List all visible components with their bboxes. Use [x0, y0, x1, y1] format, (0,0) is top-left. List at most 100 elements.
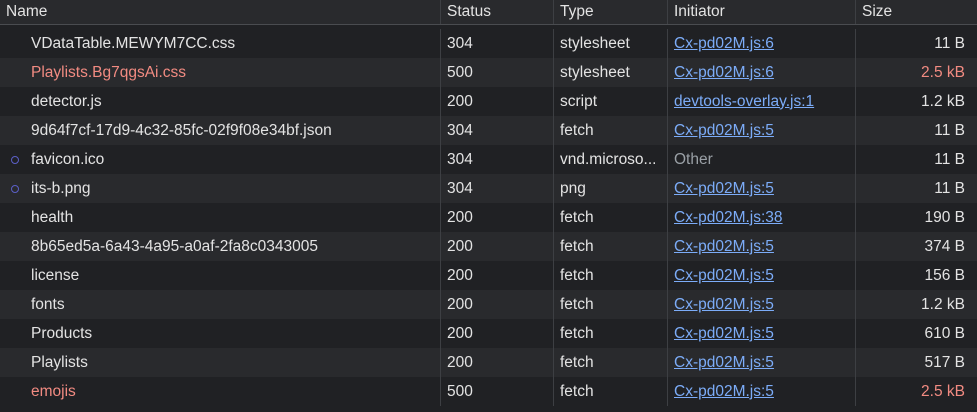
cell-status: 200 [441, 290, 554, 319]
request-name: 8b65ed5a-6a43-4a95-a0af-2fa8c0343005 [31, 237, 318, 255]
cell-name[interactable]: emojis [0, 377, 441, 406]
initiator-link[interactable]: Cx-pd02M.js:5 [674, 238, 774, 256]
cell-size: 11 B [856, 145, 977, 174]
initiator-link[interactable]: Cx-pd02M.js:5 [674, 354, 774, 372]
cell-initiator: Cx-pd02M.js:5 [668, 319, 856, 348]
cell-initiator: Cx-pd02M.js:5 [668, 290, 856, 319]
initiator-link[interactable]: Cx-pd02M.js:5 [674, 267, 774, 285]
table-row[interactable]: its-b.png 304 png Cx-pd02M.js:5 11 B [0, 174, 977, 203]
cell-name[interactable]: its-b.png [0, 174, 441, 203]
initiator-link[interactable]: Cx-pd02M.js:6 [674, 64, 774, 82]
transfer-size: 190 B [924, 208, 965, 226]
table-row[interactable]: Playlists 200 fetch Cx-pd02M.js:5 517 B [0, 348, 977, 377]
cell-size: 610 B [856, 319, 977, 348]
transfer-size: 11 B [934, 150, 965, 168]
column-header-initiator-label: Initiator [674, 3, 725, 20]
cell-type: stylesheet [554, 58, 668, 87]
table-row[interactable]: health 200 fetch Cx-pd02M.js:38 190 B [0, 203, 977, 232]
cell-name[interactable]: health [0, 203, 441, 232]
cell-type: fetch [554, 348, 668, 377]
initiator-link[interactable]: Cx-pd02M.js:6 [674, 35, 774, 53]
column-header-type[interactable]: Type [554, 0, 668, 24]
table-row[interactable]: 9d64f7cf-17d9-4c32-85fc-02f9f08e34bf.jso… [0, 116, 977, 145]
table-row[interactable]: detector.js 200 script devtools-overlay.js:… [0, 87, 977, 116]
initiator-link[interactable]: Cx-pd02M.js:5 [674, 180, 774, 198]
cell-status: 304 [441, 174, 554, 203]
cell-name[interactable]: Playlists.Bg7qgsAi.css [0, 58, 441, 87]
column-header-name-label: Name [6, 3, 48, 20]
cell-initiator: Cx-pd02M.js:5 [668, 116, 856, 145]
initiator-link[interactable]: Cx-pd02M.js:38 [674, 209, 783, 227]
resource-type: fetch [560, 121, 594, 139]
table-row[interactable]: Playlists.Bg7qgsAi.css 500 stylesheet Cx-pd… [0, 58, 977, 87]
column-header-type-label: Type [560, 3, 594, 20]
resource-type: fetch [560, 237, 594, 255]
cell-name[interactable]: Playlists [0, 348, 441, 377]
column-header-size-label: Size [862, 3, 893, 20]
cell-initiator: Cx-pd02M.js:5 [668, 261, 856, 290]
cell-initiator: Cx-pd02M.js:6 [668, 58, 856, 87]
status-code: 200 [447, 353, 473, 371]
cell-name[interactable]: fonts [0, 290, 441, 319]
request-name: fonts [31, 295, 65, 313]
table-row[interactable]: Products 200 fetch Cx-pd02M.js:5 610 B [0, 319, 977, 348]
initiator-link[interactable]: Cx-pd02M.js:5 [674, 325, 774, 343]
cell-size: 11 B [856, 116, 977, 145]
column-header-status[interactable]: Status [441, 0, 554, 24]
initiator-link[interactable]: Cx-pd02M.js:5 [674, 296, 774, 314]
cell-type: stylesheet [554, 29, 668, 58]
resource-type: stylesheet [560, 63, 630, 81]
table-row[interactable]: emojis 500 fetch Cx-pd02M.js:5 2.5 kB [0, 377, 977, 406]
resource-type: stylesheet [560, 34, 630, 52]
cell-type: script [554, 87, 668, 116]
cell-type: fetch [554, 290, 668, 319]
status-code: 200 [447, 295, 473, 313]
table-row[interactable]: 8b65ed5a-6a43-4a95-a0af-2fa8c0343005 200 f… [0, 232, 977, 261]
status-code: 200 [447, 208, 473, 226]
initiator-link[interactable]: devtools-overlay.js:1 [674, 93, 814, 111]
cell-name[interactable]: license [0, 261, 441, 290]
transfer-size: 2.5 kB [921, 382, 965, 400]
cell-name[interactable]: VDataTable.MEWYM7CC.css [0, 29, 441, 58]
network-request-table: Name Status Type Initiator Size VDataTab… [0, 0, 977, 412]
column-header-size[interactable]: Size [856, 0, 977, 24]
column-header-initiator[interactable]: Initiator [668, 0, 856, 24]
cell-size: 517 B [856, 348, 977, 377]
request-name: detector.js [31, 92, 102, 110]
cell-type: png [554, 174, 668, 203]
resource-type: script [560, 92, 598, 110]
request-name: favicon.ico [31, 150, 105, 168]
column-header-name[interactable]: Name [0, 0, 441, 24]
cell-name[interactable]: favicon.ico [0, 145, 441, 174]
column-header-status-label: Status [447, 3, 491, 20]
status-code: 200 [447, 324, 473, 342]
cell-initiator: Cx-pd02M.js:38 [668, 203, 856, 232]
cell-status: 200 [441, 348, 554, 377]
cell-name[interactable]: Products [0, 319, 441, 348]
cell-status: 500 [441, 377, 554, 406]
cell-type: fetch [554, 377, 668, 406]
initiator-link[interactable]: Cx-pd02M.js:5 [674, 383, 774, 401]
status-code: 500 [447, 63, 473, 81]
cell-initiator: Cx-pd02M.js:6 [668, 29, 856, 58]
table-row[interactable]: VDataTable.MEWYM7CC.css 304 stylesheet Cx-p… [0, 29, 977, 58]
cell-status: 200 [441, 319, 554, 348]
cell-type: fetch [554, 116, 668, 145]
cell-size: 2.5 kB [856, 58, 977, 87]
cell-name[interactable]: 9d64f7cf-17d9-4c32-85fc-02f9f08e34bf.jso… [0, 116, 441, 145]
cell-initiator: Other [668, 145, 856, 174]
table-row[interactable]: license 200 fetch Cx-pd02M.js:5 156 B [0, 261, 977, 290]
cell-status: 200 [441, 232, 554, 261]
cell-type: vnd.microso... [554, 145, 668, 174]
cell-initiator: Cx-pd02M.js:5 [668, 174, 856, 203]
table-row[interactable]: fonts 200 fetch Cx-pd02M.js:5 1.2 kB [0, 290, 977, 319]
cell-name[interactable]: 8b65ed5a-6a43-4a95-a0af-2fa8c0343005 [0, 232, 441, 261]
status-code: 200 [447, 237, 473, 255]
transfer-size: 2.5 kB [921, 63, 965, 81]
request-name: VDataTable.MEWYM7CC.css [31, 34, 236, 52]
cell-size: 11 B [856, 174, 977, 203]
cell-name[interactable]: detector.js [0, 87, 441, 116]
initiator-link[interactable]: Cx-pd02M.js:5 [674, 122, 774, 140]
table-row[interactable]: favicon.ico 304 vnd.microso... Other 11 B [0, 145, 977, 174]
cell-initiator: devtools-overlay.js:1 [668, 87, 856, 116]
